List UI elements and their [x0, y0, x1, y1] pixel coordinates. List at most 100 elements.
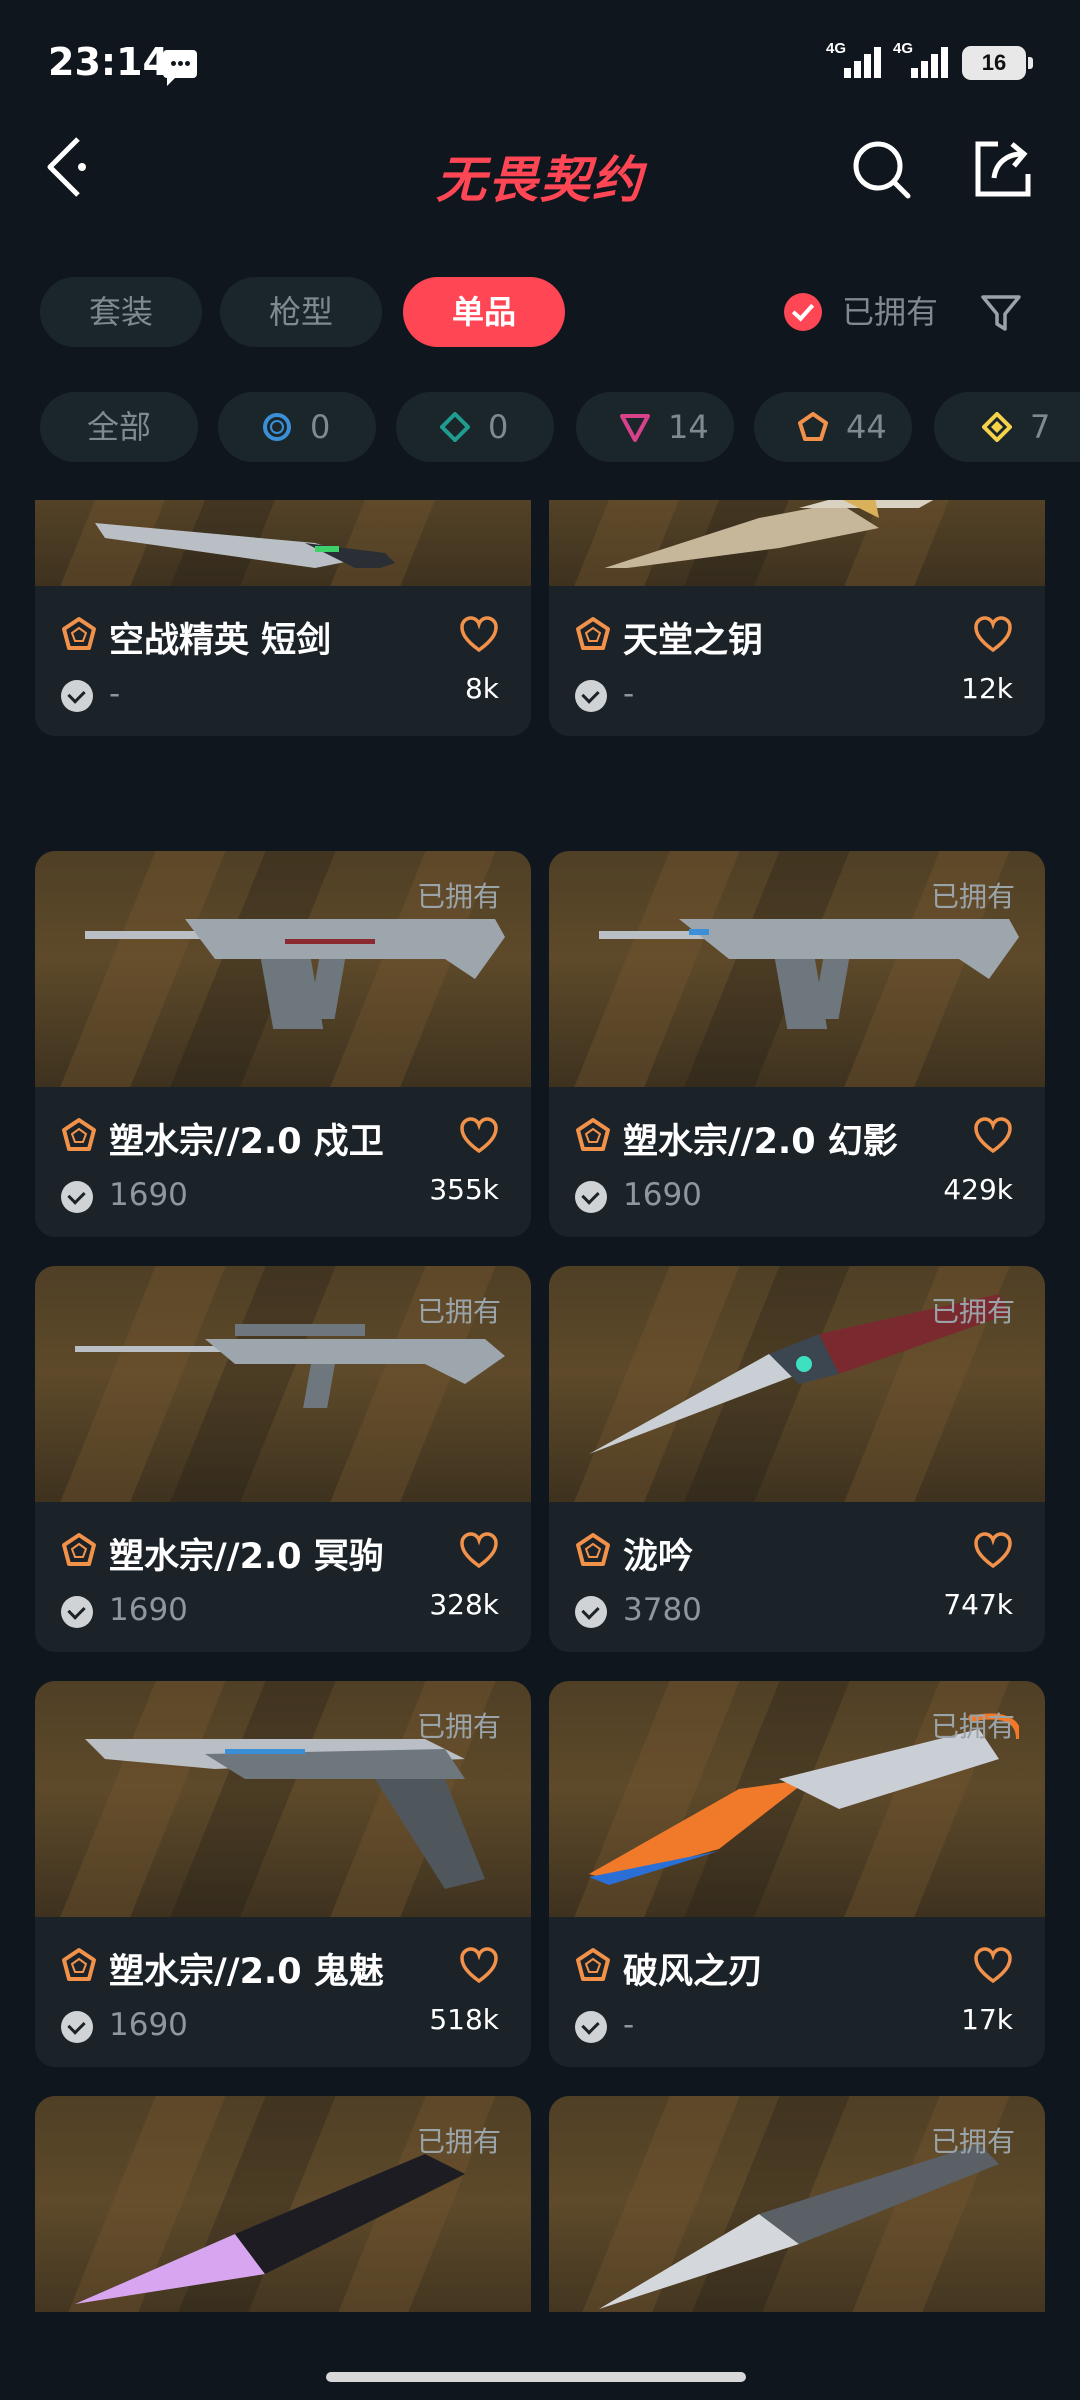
- heart-icon[interactable]: [973, 1117, 1013, 1155]
- deluxe-tier-icon: [440, 412, 470, 442]
- owned-tag: 已拥有: [930, 1295, 1015, 1328]
- like-count: 12k: [961, 672, 1013, 705]
- skin-info: 天堂之钥 - 12k: [549, 586, 1045, 736]
- exclusive-tier-icon: [62, 1118, 96, 1151]
- owned-filter-label: 已拥有: [842, 293, 939, 331]
- checkbox-checked-icon[interactable]: [784, 293, 822, 331]
- skin-name: 泷吟: [623, 1537, 694, 1577]
- skin-image: 已拥有: [35, 1266, 531, 1502]
- skin-info: 塑水宗//2.0 鬼魅 1690 518k: [35, 1917, 531, 2067]
- tier-filter-deluxe[interactable]: 0: [396, 392, 554, 462]
- valorant-points-icon: [61, 1596, 93, 1628]
- skin-image: 已拥有: [549, 1681, 1045, 1917]
- skin-name: 塑水宗//2.0 幻影: [623, 1122, 898, 1162]
- signal-label: 4G: [893, 40, 914, 57]
- skin-price: 1690: [109, 1592, 188, 1628]
- battery-icon: 16: [962, 46, 1033, 80]
- skin-price: 3780: [623, 1592, 702, 1628]
- skin-image: 已拥有: [549, 2096, 1045, 2312]
- heart-icon[interactable]: [459, 1117, 499, 1155]
- tab-weapon-type[interactable]: 枪型: [220, 277, 382, 347]
- tier-filter-ultra[interactable]: 7: [934, 392, 1080, 462]
- skin-info: 塑水宗//2.0 戍卫 1690 355k: [35, 1087, 531, 1237]
- skin-price: -: [623, 2007, 635, 2043]
- skin-price: -: [623, 676, 635, 712]
- ultra-tier-icon: [982, 412, 1012, 442]
- skin-card[interactable]: 已拥有 塑水宗//2.0 冥驹 1690 328k: [35, 1266, 531, 1652]
- skin-card[interactable]: 天堂之钥 - 12k: [549, 500, 1045, 736]
- skin-image: 已拥有: [35, 2096, 531, 2312]
- valorant-points-icon: [61, 1181, 93, 1213]
- skin-image: 已拥有: [549, 1266, 1045, 1502]
- signal-icon: 4G: [826, 40, 888, 80]
- tier-count: 7: [1030, 408, 1051, 446]
- skin-price: -: [109, 676, 121, 712]
- skin-card[interactable]: 已拥有 塑水宗//2.0 鬼魅 1690 518k: [35, 1681, 531, 2067]
- skin-image: [549, 500, 1045, 586]
- skin-price: 1690: [109, 2007, 188, 2043]
- heart-icon[interactable]: [973, 1532, 1013, 1570]
- tier-count: 0: [488, 408, 509, 446]
- skin-image: 已拥有: [549, 851, 1045, 1087]
- heart-icon[interactable]: [459, 1532, 499, 1570]
- skin-card[interactable]: 已拥有 泷吟 3780 747k: [549, 1266, 1045, 1652]
- tier-count: 0: [310, 408, 331, 446]
- skin-card[interactable]: 已拥有 塑水宗//2.0 戍卫 1690 355k: [35, 851, 531, 1237]
- signal-label: 4G: [826, 40, 847, 57]
- skin-card[interactable]: 已拥有 塑水宗//2.0 幻影 1690 429k: [549, 851, 1045, 1237]
- skin-image: 已拥有: [35, 1681, 531, 1917]
- like-count: 747k: [943, 1588, 1013, 1621]
- valorant-points-icon: [575, 1181, 607, 1213]
- owned-tag: 已拥有: [930, 2125, 1015, 2158]
- exclusive-tier-icon: [62, 617, 96, 650]
- search-icon[interactable]: [850, 138, 914, 202]
- skin-image: [35, 500, 531, 586]
- message-icon: [163, 50, 197, 86]
- like-count: 328k: [429, 1588, 499, 1621]
- tab-single-items[interactable]: 单品: [403, 277, 565, 347]
- skin-name: 破风之刃: [623, 1952, 764, 1992]
- skin-name: 塑水宗//2.0 戍卫: [109, 1122, 384, 1162]
- valorant-points-icon: [575, 2011, 607, 2043]
- skin-card[interactable]: 已拥有: [35, 2096, 531, 2312]
- owned-tag: 已拥有: [930, 880, 1015, 913]
- tab-bundles[interactable]: 套装: [40, 277, 202, 347]
- home-indicator[interactable]: [326, 2372, 746, 2382]
- exclusive-tier-icon: [576, 1533, 610, 1566]
- like-count: 8k: [464, 672, 499, 705]
- exclusive-tier-icon: [576, 1948, 610, 1981]
- skin-name: 塑水宗//2.0 冥驹: [109, 1537, 384, 1577]
- signal-icon: 4G: [893, 40, 955, 80]
- owned-tag: 已拥有: [930, 1710, 1015, 1743]
- skin-info: 空战精英 短剑 - 8k: [35, 586, 531, 736]
- tier-filter-premium[interactable]: 14: [576, 392, 734, 462]
- valorant-points-icon: [575, 1596, 607, 1628]
- skin-name: 空战精英 短剑: [109, 621, 332, 661]
- heart-icon[interactable]: [459, 1947, 499, 1985]
- exclusive-tier-icon: [576, 617, 610, 650]
- owned-tag: 已拥有: [416, 1710, 501, 1743]
- heart-icon[interactable]: [973, 1947, 1013, 1985]
- tier-filter-all[interactable]: 全部: [40, 392, 198, 462]
- like-count: 355k: [429, 1173, 499, 1206]
- knife-icon: [604, 500, 934, 568]
- owned-tag: 已拥有: [416, 2125, 501, 2158]
- like-count: 429k: [943, 1173, 1013, 1206]
- exclusive-tier-icon: [62, 1948, 96, 1981]
- page-title: 无畏契约: [436, 151, 644, 209]
- select-tier-icon: [263, 413, 291, 441]
- skin-card[interactable]: 已拥有: [549, 2096, 1045, 2312]
- filter-icon[interactable]: [980, 292, 1022, 334]
- exclusive-tier-icon: [62, 1533, 96, 1566]
- share-icon[interactable]: [972, 138, 1034, 200]
- status-bar: 23:14 4G 4G 16: [0, 0, 1080, 120]
- tier-filter-select[interactable]: 0: [218, 392, 376, 462]
- heart-icon[interactable]: [459, 616, 499, 654]
- skin-card[interactable]: 空战精英 短剑 - 8k: [35, 500, 531, 736]
- heart-icon[interactable]: [973, 616, 1013, 654]
- skin-price: 1690: [109, 1177, 188, 1213]
- skin-grid[interactable]: 空战精英 短剑 - 8k 天堂之钥 - 12k 已拥有 塑水宗//2.0 戍卫 …: [0, 500, 1080, 2312]
- skin-card[interactable]: 已拥有 破风之刃 - 17k: [549, 1681, 1045, 2067]
- tier-filter-exclusive[interactable]: 44: [754, 392, 912, 462]
- knife-icon: [95, 523, 395, 568]
